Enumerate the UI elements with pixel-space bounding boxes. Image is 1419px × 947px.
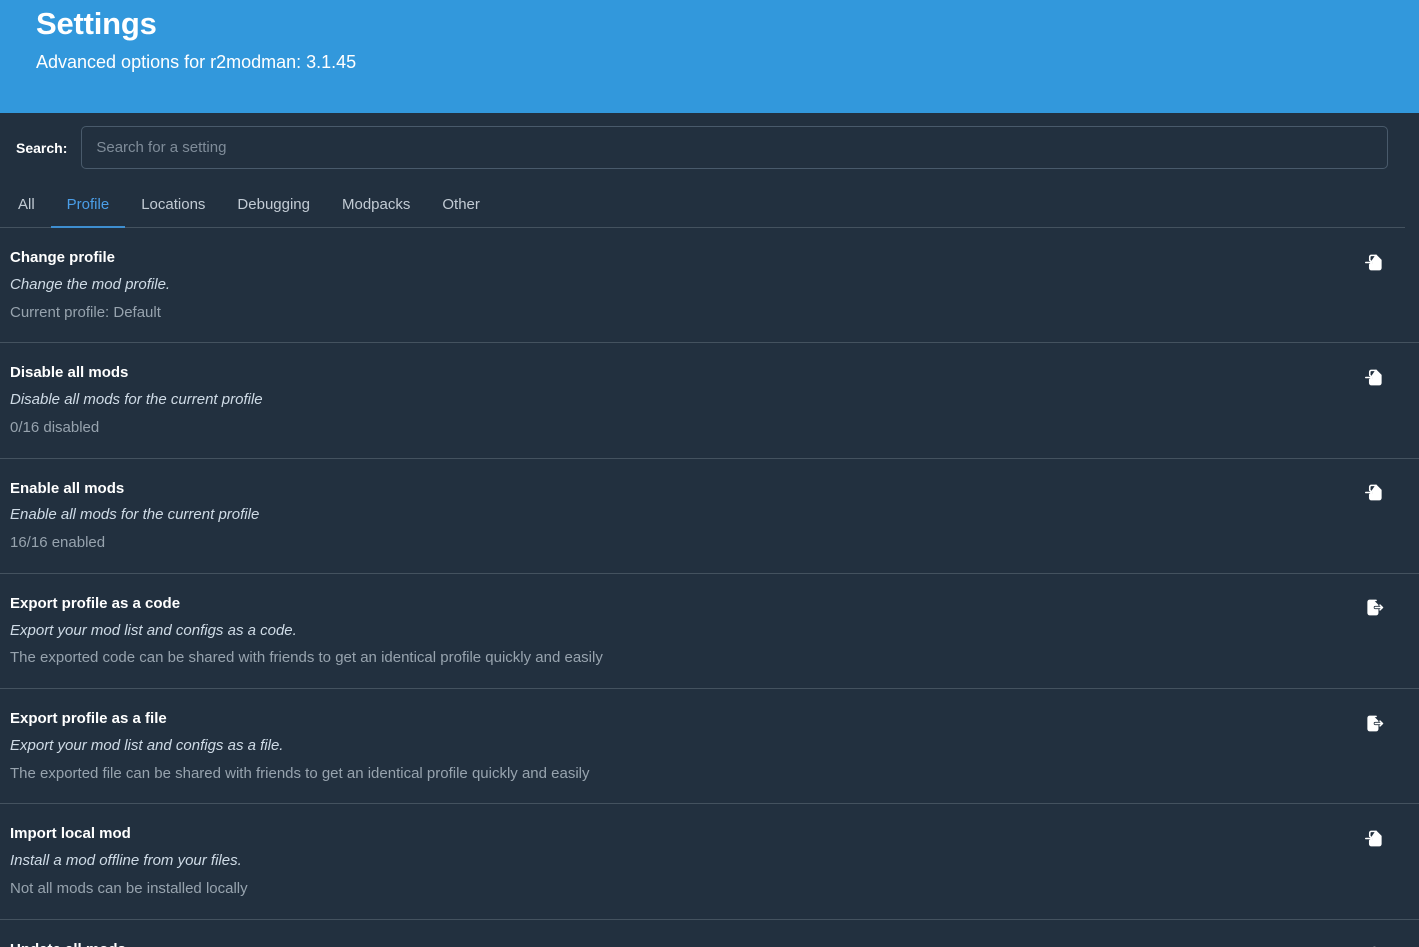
setting-description: Export your mod list and configs as a co…	[10, 622, 603, 641]
setting-status: Current profile: Default	[10, 304, 170, 323]
file-export-icon[interactable]	[1363, 597, 1385, 619]
tab-label: Other	[442, 196, 480, 213]
tab-label: Locations	[141, 196, 205, 213]
tab-label: Debugging	[237, 196, 310, 213]
setting-row[interactable]: Export profile as a file Export your mod …	[0, 689, 1419, 804]
setting-row[interactable]: Disable all mods Disable all mods for the…	[0, 343, 1419, 458]
tab-label: All	[18, 196, 35, 213]
setting-text-block: Export profile as a code Export your mod …	[10, 595, 603, 668]
tab-modpacks[interactable]: Modpacks	[326, 182, 426, 228]
setting-title: Disable all mods	[10, 364, 263, 383]
file-import-icon[interactable]	[1363, 827, 1385, 849]
setting-description: Enable all mods for the current profile	[10, 506, 259, 525]
setting-description: Change the mod profile.	[10, 276, 170, 295]
settings-list: Change profile Change the mod profile. Cur…	[0, 228, 1419, 947]
tab-label: Modpacks	[342, 196, 410, 213]
setting-description: Disable all mods for the current profile	[10, 391, 263, 410]
file-import-icon[interactable]	[1363, 482, 1385, 504]
setting-row[interactable]: Import local mod Install a mod offline fr…	[0, 804, 1419, 919]
file-import-icon[interactable]	[1363, 366, 1385, 388]
tab-all[interactable]: All	[2, 182, 51, 228]
file-import-icon[interactable]	[1363, 251, 1385, 273]
setting-title: Export profile as a code	[10, 595, 603, 614]
cloud-upload-icon[interactable]	[1363, 943, 1385, 947]
file-export-icon[interactable]	[1363, 712, 1385, 734]
setting-description: Export your mod list and configs as a fi…	[10, 737, 590, 756]
setting-title: Enable all mods	[10, 480, 259, 499]
setting-title: Import local mod	[10, 825, 248, 844]
settings-tab-bar: All Profile Locations Debugging Modpacks Othe…	[0, 182, 1405, 228]
setting-text-block: Change profile Change the mod profile. Cur…	[10, 249, 170, 322]
setting-status: The exported code can be shared with fri…	[10, 649, 603, 668]
search-bar: Search:	[0, 113, 1419, 182]
setting-text-block: Import local mod Install a mod offline fr…	[10, 825, 248, 898]
page-subtitle: Advanced options for r2modman: 3.1.45	[36, 39, 1419, 71]
setting-text-block: Update all modsQuickly update every inst…	[10, 941, 397, 947]
setting-row[interactable]: Update all modsQuickly update every inst…	[0, 920, 1419, 947]
page-title: Settings	[36, 0, 1419, 39]
setting-title: Update all mods	[10, 941, 397, 947]
setting-status: Not all mods can be installed locally	[10, 880, 248, 899]
setting-status: 16/16 enabled	[10, 534, 259, 553]
setting-row[interactable]: Enable all mods Enable all mods for the c…	[0, 459, 1419, 574]
setting-text-block: Export profile as a file Export your mod …	[10, 710, 590, 783]
search-label: Search:	[16, 140, 67, 156]
tab-label: Profile	[67, 196, 110, 213]
setting-row[interactable]: Change profile Change the mod profile. Cur…	[0, 228, 1419, 343]
tab-other[interactable]: Other	[426, 182, 496, 228]
tab-profile[interactable]: Profile	[51, 182, 126, 228]
setting-text-block: Disable all mods Disable all mods for the…	[10, 364, 263, 437]
setting-text-block: Enable all mods Enable all mods for the c…	[10, 480, 259, 553]
setting-description: Install a mod offline from your files.	[10, 852, 248, 871]
tab-debugging[interactable]: Debugging	[221, 182, 326, 228]
page-header: Settings Advanced options for r2modman: …	[0, 0, 1419, 113]
setting-status: 0/16 disabled	[10, 419, 263, 438]
setting-title: Change profile	[10, 249, 170, 268]
setting-title: Export profile as a file	[10, 710, 590, 729]
setting-row[interactable]: Export profile as a code Export your mod …	[0, 574, 1419, 689]
tab-locations[interactable]: Locations	[125, 182, 221, 228]
search-input[interactable]	[81, 126, 1388, 169]
setting-status: The exported file can be shared with fri…	[10, 765, 590, 784]
